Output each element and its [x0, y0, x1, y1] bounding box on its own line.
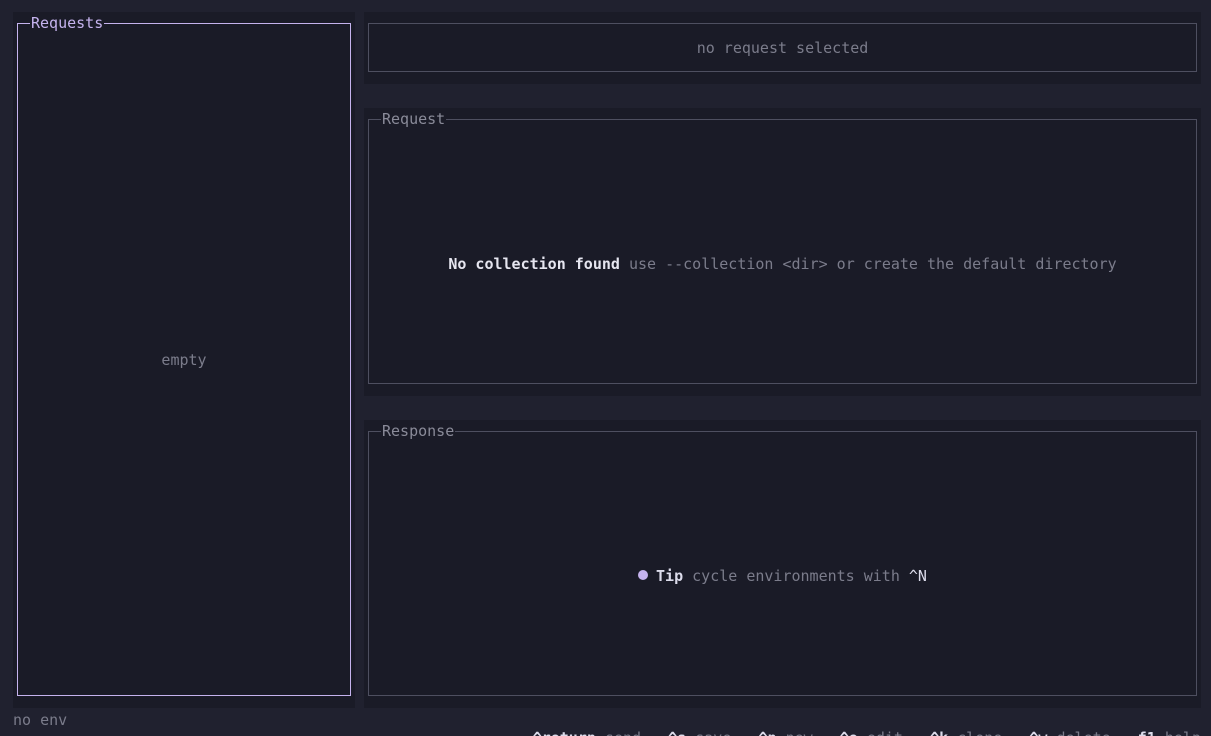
tip-key: ^N — [908, 567, 927, 585]
shortcut-key: ^e — [840, 729, 858, 736]
response-box[interactable]: Response Tip cycle environments with ^N — [368, 422, 1197, 696]
shortcut-key: ^n — [758, 729, 776, 736]
tip-dot-icon — [638, 570, 649, 580]
tip-message: Tip cycle environments with ^N — [369, 567, 1196, 585]
url-pane: no request selected — [364, 12, 1201, 84]
response-pane: Response Tip cycle environments with ^N — [364, 420, 1201, 708]
shortcut-key: ^s — [668, 729, 686, 736]
request-pane: Request No collection found use --collec… — [364, 108, 1201, 396]
shortcut-separator: · — [912, 729, 921, 736]
shortcut-clone[interactable]: ^k clone — [930, 729, 1002, 736]
shortcut-new[interactable]: ^n new — [758, 729, 812, 736]
no-collection-message: No collection found use --collection <di… — [369, 255, 1196, 273]
shortcut-separator: · — [650, 729, 659, 736]
shortcut-action: help — [1165, 729, 1201, 736]
shortcut-send[interactable]: ^return send — [533, 729, 641, 736]
shortcut-action: send — [605, 729, 641, 736]
request-box[interactable]: Request No collection found use --collec… — [368, 110, 1197, 384]
shortcut-key: ^w — [1029, 729, 1047, 736]
requests-title: Requests — [30, 14, 105, 32]
shortcut-save[interactable]: ^s save — [668, 729, 731, 736]
url-bar[interactable]: no request selected — [368, 23, 1197, 72]
shortcut-action: save — [695, 729, 731, 736]
app-window: Requests empty no request selected Reque… — [0, 0, 1211, 736]
shortcut-action: delete — [1057, 729, 1111, 736]
tip-label: Tip — [656, 567, 684, 585]
shortcut-edit[interactable]: ^e edit — [840, 729, 903, 736]
shortcut-hints: ^return send · ^s save · ^n new · ^e edi… — [479, 711, 1201, 736]
shortcut-separator: · — [1120, 729, 1129, 736]
empty-placeholder: empty — [161, 351, 207, 369]
requests-list[interactable]: Requests empty — [17, 14, 351, 696]
shortcut-key: ^k — [930, 729, 948, 736]
tip-text: cycle environments with — [683, 567, 909, 585]
shortcut-key: ^return — [533, 729, 596, 736]
status-bar: no env ^return send · ^s save · ^n new ·… — [0, 708, 1211, 736]
shortcut-key: f1 — [1138, 729, 1156, 736]
shortcut-help[interactable]: f1 help — [1138, 729, 1201, 736]
no-collection-heading: No collection found — [448, 255, 620, 273]
response-title: Response — [381, 422, 456, 440]
shortcut-separator: · — [822, 729, 831, 736]
no-collection-hint: use --collection <dir> or create the def… — [619, 255, 1117, 273]
shortcut-action: edit — [867, 729, 903, 736]
env-indicator[interactable]: no env — [13, 711, 67, 729]
shortcut-separator: · — [1011, 729, 1020, 736]
sidebar: Requests empty — [13, 12, 355, 708]
request-title: Request — [381, 110, 447, 128]
shortcut-action: clone — [957, 729, 1002, 736]
url-placeholder: no request selected — [696, 39, 869, 57]
shortcut-delete[interactable]: ^w delete — [1029, 729, 1110, 736]
shortcut-separator: · — [740, 729, 749, 736]
shortcut-action: new — [786, 729, 813, 736]
